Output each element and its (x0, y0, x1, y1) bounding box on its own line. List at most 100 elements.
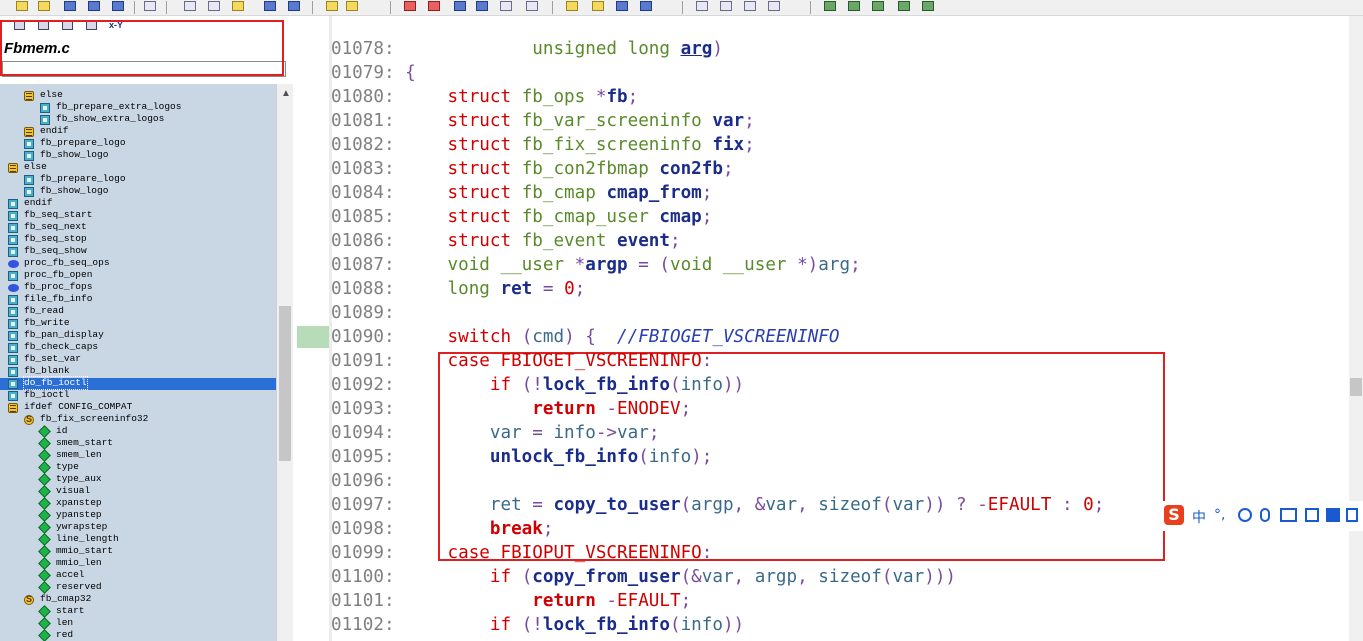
tree-item[interactable]: line_length (0, 533, 276, 546)
code-line[interactable]: 01082: struct fb_fix_screeninfo fix; (331, 133, 755, 157)
code-line[interactable]: 01091: case FBIOGET_VSCREENINFO: (331, 349, 712, 373)
split-icon[interactable] (768, 1, 780, 11)
code-token: cmd (532, 327, 565, 347)
help-topic-icon[interactable] (922, 1, 934, 11)
tile-icon[interactable] (720, 1, 732, 11)
ime-punct-toggle[interactable]: °, (1214, 507, 1225, 523)
relation-icon[interactable] (824, 1, 836, 11)
window-icon[interactable] (696, 1, 708, 11)
open-folder-icon[interactable] (38, 1, 50, 11)
symbol-icon[interactable] (566, 1, 578, 11)
undo-icon[interactable] (264, 1, 276, 11)
ime-logo-icon[interactable]: S (1164, 505, 1184, 525)
editor-scroll-thumb[interactable] (1350, 378, 1362, 396)
bookmark-clear-icon[interactable] (428, 1, 440, 11)
code-line[interactable]: 01083: struct fb_con2fbmap con2fb; (331, 157, 734, 181)
browse-icon[interactable] (592, 1, 604, 11)
outdent-icon[interactable] (526, 1, 538, 11)
tree-item[interactable]: id (0, 425, 276, 438)
tree-item[interactable]: xpanstep (0, 497, 276, 510)
paste-icon[interactable] (232, 1, 244, 11)
code-line[interactable]: 01099: case FBIOPUT_VSCREENINFO: (331, 541, 712, 565)
code-token: ( (680, 495, 692, 515)
tree-item[interactable]: mmio_len (0, 557, 276, 570)
tree-item[interactable]: type_aux (0, 473, 276, 486)
code-editor[interactable]: 01078: unsigned long arg) 01079: {01080: … (293, 16, 1349, 641)
forward-icon[interactable] (476, 1, 488, 11)
indent-icon[interactable] (500, 1, 512, 11)
tree-item[interactable]: start (0, 605, 276, 618)
variable-icon (8, 260, 19, 268)
code-line[interactable]: 01096: (331, 469, 405, 493)
code-line[interactable]: 01094: var = info->var; (331, 421, 659, 445)
microphone-icon[interactable] (1260, 508, 1270, 522)
code-line[interactable]: 01102: if (!lock_fb_info(info)) (331, 613, 744, 637)
code-line[interactable]: 01085: struct fb_cmap_user cmap; (331, 205, 712, 229)
code-line[interactable]: 01092: if (!lock_fb_info(info)) (331, 373, 744, 397)
tree-item[interactable]: type (0, 461, 276, 474)
tree-item[interactable]: mmio_start (0, 545, 276, 558)
cut-icon[interactable] (184, 1, 196, 11)
save-all-icon[interactable] (88, 1, 100, 11)
tree-item[interactable]: smem_start (0, 437, 276, 450)
keyboard-icon[interactable] (1280, 508, 1297, 522)
copy-icon[interactable] (208, 1, 220, 11)
back-icon[interactable] (454, 1, 466, 11)
project-icon[interactable] (872, 1, 884, 11)
code-line[interactable]: 01095: unlock_fb_info(info); (331, 445, 712, 469)
save-icon[interactable] (64, 1, 76, 11)
tools-icon[interactable] (1305, 508, 1319, 522)
code-line[interactable]: 01078: unsigned long arg) (331, 37, 723, 61)
tree-item[interactable]: accel (0, 569, 276, 582)
code-line[interactable]: 01088: long ret = 0; (331, 277, 585, 301)
tree-item[interactable]: ypanstep (0, 509, 276, 522)
tree-item[interactable]: len (0, 617, 276, 630)
call-graph-icon[interactable] (848, 1, 860, 11)
code-line[interactable]: 01089: (331, 301, 405, 325)
code-line[interactable]: 01100: if (copy_from_user(&var, argp, si… (331, 565, 956, 589)
code-line[interactable]: 01090: switch (cmd) { //FBIOGET_VSCREENI… (331, 325, 839, 349)
tree-item[interactable]: smem_len (0, 449, 276, 462)
conditional-icon (24, 127, 34, 137)
emoji-icon[interactable] (1238, 508, 1252, 522)
scroll-thumb[interactable] (279, 306, 291, 461)
code-token: fb_var_screeninfo (521, 111, 713, 131)
code-line[interactable]: 01080: struct fb_ops *fb; (331, 85, 638, 109)
bookmark-icon[interactable] (404, 1, 416, 11)
cascade-icon[interactable] (744, 1, 756, 11)
tree-item[interactable]: fb_fix_screeninfo32 (0, 413, 276, 426)
code-line[interactable]: 01097: ret = copy_to_user(argp, &var, si… (331, 493, 1104, 517)
close-file-icon[interactable] (112, 1, 124, 11)
code-line[interactable]: 01081: struct fb_var_screeninfo var; (331, 109, 755, 133)
jump-icon[interactable] (640, 1, 652, 11)
sync-icon[interactable] (898, 1, 910, 11)
new-file-icon[interactable] (16, 1, 28, 11)
menu-grid-icon[interactable] (1346, 508, 1358, 522)
tree-item[interactable]: ywrapstep (0, 521, 276, 534)
code-line[interactable]: 01098: break; (331, 517, 553, 541)
skin-icon[interactable] (1326, 508, 1340, 522)
print-icon[interactable] (144, 1, 156, 11)
struct-icon (24, 594, 34, 605)
code-line[interactable]: 01084: struct fb_cmap cmap_from; (331, 181, 712, 205)
redo-icon[interactable] (288, 1, 300, 11)
editor-scrollbar[interactable] (1349, 16, 1363, 641)
code-line[interactable]: 01093: return -ENODEV; (331, 397, 691, 421)
code-line[interactable]: 01079: { (331, 61, 416, 85)
book-icon[interactable] (616, 1, 628, 11)
tree-item[interactable]: fb_cmap32 (0, 593, 276, 606)
code-line[interactable]: 01101: return -EFAULT; (331, 589, 691, 613)
code-token: //FBIOGET_VSCREENINFO (617, 327, 840, 347)
tree-item[interactable]: red (0, 629, 276, 641)
tree-item[interactable]: visual (0, 485, 276, 498)
help-icon[interactable] (346, 1, 358, 11)
code-token: ; (744, 135, 755, 155)
code-line[interactable]: 01086: struct fb_event event; (331, 229, 681, 253)
code-line[interactable]: 01087: void __user *argp = (void __user … (331, 253, 861, 277)
code-token: struct (447, 183, 522, 203)
ime-mode-toggle[interactable]: 中 (1192, 507, 1206, 527)
search-icon[interactable] (326, 1, 338, 11)
symbol-tree-scrollbar[interactable]: ▲ (276, 84, 293, 641)
scroll-up-icon[interactable]: ▲ (281, 88, 291, 99)
tree-item-label: fb_seq_next (24, 221, 87, 232)
